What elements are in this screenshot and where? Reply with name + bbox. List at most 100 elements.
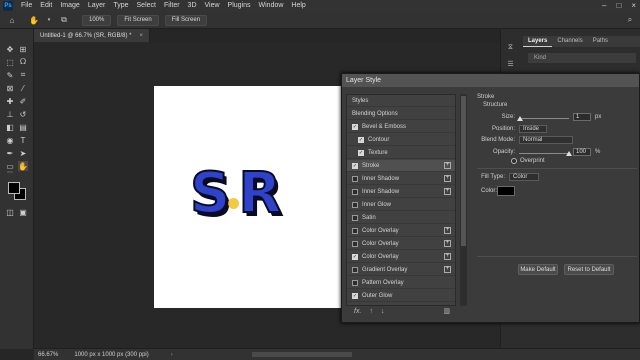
type-tool-icon[interactable]: T: [18, 135, 28, 145]
horizontal-scrollbar[interactable]: [252, 352, 352, 357]
style-item-texture[interactable]: ✓ Texture: [347, 147, 455, 159]
menu-window[interactable]: Window: [255, 0, 288, 12]
style-checkbox[interactable]: [352, 240, 358, 247]
style-item-bevel-emboss[interactable]: ✓ Bevel & Emboss: [347, 121, 455, 133]
menu-view[interactable]: View: [201, 0, 224, 12]
add-effect-icon[interactable]: +: [444, 266, 451, 273]
add-effect-icon[interactable]: +: [444, 188, 451, 195]
gradient-tool-icon[interactable]: ▤: [18, 122, 28, 132]
eyedropper-tool-icon[interactable]: ⁄: [18, 83, 28, 93]
style-item-satin[interactable]: Satin: [347, 212, 455, 224]
healing-brush-tool-icon[interactable]: ✚: [5, 96, 15, 106]
style-item-color-overlay[interactable]: ✓ Color Overlay +: [347, 251, 455, 263]
style-item-stroke[interactable]: ✓ Stroke +: [347, 160, 455, 172]
history-panel-icon[interactable]: ⧖: [506, 43, 515, 52]
brush-tool-icon[interactable]: ✐: [18, 96, 28, 106]
opacity-slider[interactable]: [519, 153, 569, 154]
style-checkbox[interactable]: ✓: [352, 162, 358, 169]
fx-icon[interactable]: fx.: [354, 308, 361, 315]
style-item-inner-shadow[interactable]: Inner Shadow +: [347, 173, 455, 185]
history-brush-tool-icon[interactable]: ↺: [18, 109, 28, 119]
style-checkbox[interactable]: ✓: [358, 149, 364, 156]
menu-select[interactable]: Select: [133, 0, 160, 12]
more-tools-icon[interactable]: ⋯: [5, 169, 15, 176]
search-icon[interactable]: ⌕: [624, 15, 636, 26]
add-effect-icon[interactable]: +: [444, 253, 451, 260]
scrollbar-thumb[interactable]: [461, 96, 466, 246]
style-item-styles[interactable]: Styles: [347, 95, 455, 107]
blur-tool-icon[interactable]: ◉: [5, 135, 15, 145]
maximize-button[interactable]: □: [616, 1, 621, 10]
move-down-icon[interactable]: ↓: [381, 308, 385, 315]
home-icon[interactable]: ⌂: [6, 15, 18, 26]
size-slider-knob[interactable]: [517, 116, 523, 121]
stroke-color-swatch[interactable]: [497, 186, 515, 196]
style-item-contour[interactable]: ✓ Contour: [347, 134, 455, 146]
add-effect-icon[interactable]: +: [444, 175, 451, 182]
frame-tool-icon[interactable]: ⊠: [5, 83, 15, 93]
style-checkbox[interactable]: ✓: [352, 253, 358, 260]
style-checkbox[interactable]: [352, 227, 358, 234]
style-checkbox[interactable]: [352, 214, 358, 221]
menu-layer[interactable]: Layer: [84, 0, 110, 12]
marquee-tool-icon[interactable]: ⬚: [5, 57, 15, 67]
style-checkbox[interactable]: [352, 279, 358, 286]
lasso-tool-icon[interactable]: ᘯ: [18, 57, 28, 67]
menu-image[interactable]: Image: [56, 0, 83, 12]
style-checkbox[interactable]: [352, 266, 358, 273]
hand-tool-icon[interactable]: ✋: [28, 15, 40, 26]
style-checkbox[interactable]: [352, 188, 358, 195]
document-tab[interactable]: Untitled-1 @ 66.7% (SR, RGB/8) * ×: [34, 29, 150, 42]
status-chevron-icon[interactable]: ›: [171, 352, 173, 358]
fill-screen-button[interactable]: Fill Screen: [164, 14, 208, 26]
style-item-inner-glow[interactable]: Inner Glow: [347, 199, 455, 211]
document-info[interactable]: 1000 px x 1000 px (300 ppi): [74, 352, 148, 358]
foreground-color-swatch[interactable]: [8, 182, 20, 194]
zoom-level[interactable]: 66.67%: [38, 352, 58, 358]
artboard-tool-icon[interactable]: ⊞: [18, 44, 28, 54]
size-input[interactable]: 1: [573, 113, 591, 121]
eraser-tool-icon[interactable]: ◧: [5, 122, 15, 132]
style-checkbox[interactable]: [352, 201, 358, 208]
pen-tool-icon[interactable]: ✒: [5, 148, 15, 158]
zoom-100-button[interactable]: 100%: [82, 14, 112, 26]
tab-channels[interactable]: Channels: [552, 36, 587, 47]
menu-3d[interactable]: 3D: [184, 0, 201, 12]
trash-icon[interactable]: ▥: [443, 307, 450, 315]
opacity-slider-knob[interactable]: [566, 151, 572, 156]
opacity-input[interactable]: 100: [573, 148, 591, 156]
style-checkbox[interactable]: ✓: [352, 123, 358, 130]
style-item-outer-glow[interactable]: ✓ Outer Glow: [347, 290, 455, 302]
menu-plugins[interactable]: Plugins: [224, 0, 255, 12]
close-tab-icon[interactable]: ×: [139, 33, 143, 39]
position-select[interactable]: Inside: [519, 125, 547, 133]
style-checkbox[interactable]: ✓: [358, 136, 364, 143]
style-item-pattern-overlay[interactable]: Pattern Overlay: [347, 277, 455, 289]
fit-screen-button[interactable]: Fit Screen: [117, 14, 159, 26]
menu-type[interactable]: Type: [109, 0, 132, 12]
crop-tool-icon[interactable]: ⌗: [18, 70, 28, 80]
scroll-all-windows-icon[interactable]: ⧉: [58, 15, 70, 26]
style-item-inner-shadow[interactable]: Inner Shadow +: [347, 186, 455, 198]
quick-select-tool-icon[interactable]: ✎: [5, 70, 15, 80]
menu-file[interactable]: File: [17, 0, 36, 12]
styles-scrollbar[interactable]: [460, 94, 467, 306]
style-item-color-overlay[interactable]: Color Overlay +: [347, 238, 455, 250]
move-tool-icon[interactable]: ✥: [5, 44, 15, 54]
clone-stamp-tool-icon[interactable]: ⊥: [5, 109, 15, 119]
properties-panel-icon[interactable]: ☰: [506, 59, 515, 68]
fill-type-select[interactable]: Color: [509, 173, 539, 181]
size-slider[interactable]: [519, 118, 569, 119]
hand-tool-icon[interactable]: ✋: [18, 161, 28, 171]
style-checkbox[interactable]: ✓: [352, 292, 358, 299]
make-default-button[interactable]: Make Default: [518, 264, 558, 275]
blend-mode-select[interactable]: Normal: [519, 136, 573, 144]
screen-mode-icon[interactable]: ▣: [18, 207, 28, 217]
add-effect-icon[interactable]: +: [444, 227, 451, 234]
menu-help[interactable]: Help: [287, 0, 309, 12]
minimize-button[interactable]: –: [602, 1, 606, 10]
style-checkbox[interactable]: [352, 175, 358, 182]
layers-filter-input[interactable]: Kind: [528, 53, 636, 63]
move-up-icon[interactable]: ↑: [369, 308, 373, 315]
reset-to-default-button[interactable]: Reset to Default: [564, 264, 614, 275]
